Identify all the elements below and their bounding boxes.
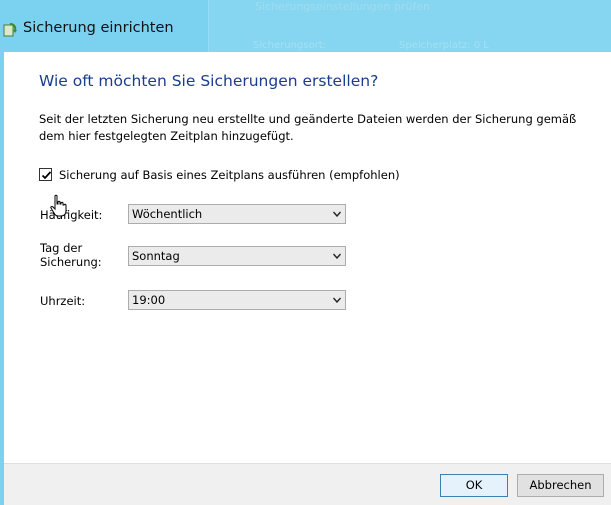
time-label: Uhrzeit: <box>40 294 86 308</box>
chevron-down-icon <box>333 211 341 217</box>
hand-cursor-icon <box>50 194 67 217</box>
background-text: Sicherungseinstellungen prüfen <box>255 0 430 13</box>
dialog-content: Wie oft möchten Sie Sicherungen erstelle… <box>4 52 611 463</box>
frequency-value: Wöchentlich <box>132 207 203 221</box>
chevron-down-icon <box>333 297 341 303</box>
time-select[interactable]: 19:00 <box>128 290 346 310</box>
backup-app-icon <box>3 23 17 37</box>
ok-button[interactable]: OK <box>440 474 508 497</box>
page-description: Seit der letzten Sicherung neu erstellte… <box>39 112 577 143</box>
window-title: Sicherung einrichten <box>23 20 174 36</box>
time-value: 19:00 <box>132 293 166 307</box>
background-text: Sicherungsort: <box>253 40 326 51</box>
day-value: Sonntag <box>132 249 180 263</box>
checkmark-icon <box>41 171 52 180</box>
cancel-button[interactable]: Abbrechen <box>517 474 604 497</box>
day-label-line1: Tag der <box>40 241 83 255</box>
schedule-checkbox-label[interactable]: Sicherung auf Basis eines Zeitplans ausf… <box>59 168 400 182</box>
day-select[interactable]: Sonntag <box>128 246 346 266</box>
background-text: Speicherplatz: 0 L <box>399 40 489 51</box>
title-bar: Sicherungseinstellungen prüfen Sicherung… <box>0 0 611 52</box>
chevron-down-icon <box>333 253 341 259</box>
dialog-footer: OK Abbrechen <box>4 463 611 505</box>
day-label-line2: Sicherung: <box>40 255 102 269</box>
schedule-checkbox[interactable] <box>39 168 52 181</box>
day-label: Tag der Sicherung: <box>40 241 102 269</box>
frequency-select[interactable]: Wöchentlich <box>128 204 346 224</box>
background-window: Sicherungseinstellungen prüfen Sicherung… <box>208 0 611 52</box>
page-heading: Wie oft möchten Sie Sicherungen erstelle… <box>39 72 379 90</box>
